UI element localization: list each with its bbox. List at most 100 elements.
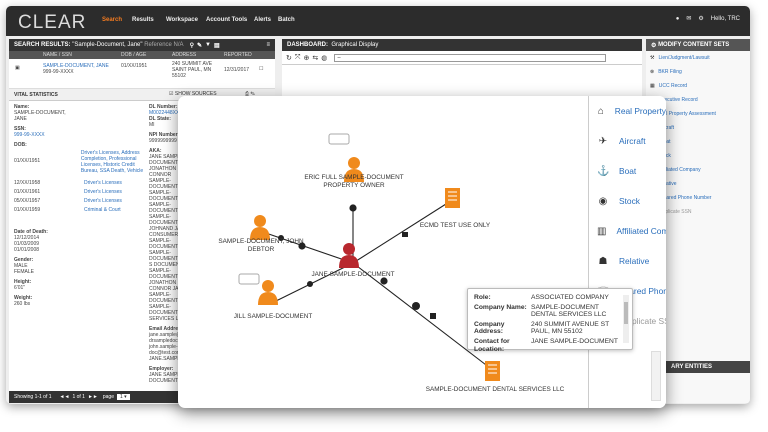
entities-footer-label: ARY ENTITIES (671, 364, 713, 370)
content-set-item[interactable]: ▦ UCC Record (646, 79, 750, 93)
panel-item-stock[interactable]: ◉ Stock (589, 186, 666, 216)
nav-account-tools[interactable]: Account Tools (206, 17, 247, 23)
modify-content-sets-title: MODIFY CONTENT SETS (658, 42, 730, 48)
search-results-header: SEARCH RESULTS: "Sample-Document, Jane" … (9, 39, 275, 51)
panel-scrollbar[interactable] (651, 351, 661, 401)
menu-icon[interactable]: ≡ (266, 42, 270, 48)
dob-source[interactable]: Driver's Licenses (84, 189, 122, 198)
edge-marker-icon[interactable] (412, 302, 420, 310)
globe-icon[interactable]: ◍ (321, 54, 327, 62)
link-icon[interactable]: ⇆ (312, 54, 318, 62)
row-checkbox[interactable]: ☐ (259, 66, 263, 72)
building-icon (485, 361, 500, 381)
search-icon[interactable]: ⚲ (190, 42, 194, 49)
nav-alerts[interactable]: Alerts (254, 17, 271, 23)
person-icon (262, 280, 274, 292)
network-icon[interactable]: ⊕ (303, 54, 309, 62)
filter-icon[interactable]: ▼ (205, 42, 211, 48)
john-node-label: SAMPLE-DOCUMENT, JOHN DEBTOR (218, 238, 304, 253)
document-icon[interactable]: ▤ (214, 42, 220, 49)
panel-item-house[interactable]: ⌂ Real Property (589, 96, 666, 126)
content-set-panel: ⌂ Real Property ✈ Aircraft ⚓ Boat ◉ Stock ▥ Affil… (588, 96, 666, 408)
panel-item-label: Affiliated Company (616, 226, 666, 236)
gender-value: FEMALE (14, 269, 35, 275)
ecmd-building-node[interactable] (445, 188, 460, 208)
dob-source[interactable]: Criminal & Court (84, 207, 121, 216)
vital-left-column: Name: SAMPLE-DOCUMENT, JANE SSN: 999-99-… (14, 104, 74, 148)
refresh-icon[interactable]: ↻ (286, 54, 292, 62)
tooltip-address-label: Company Address: (474, 320, 505, 336)
nav-results[interactable]: Results (132, 17, 154, 23)
content-set-label: Lien/Judgment/Lawsuit (658, 55, 710, 61)
pager-next-icon[interactable]: ►► (88, 394, 98, 400)
tooltip-scrollbar[interactable] (623, 295, 629, 343)
showing-count: Showing 1-1 of 1 (14, 394, 52, 400)
ssn-value[interactable]: 999-99-XXXX (14, 132, 74, 138)
content-set-item[interactable]: ⚒ Lien/Judgment/Lawsuit (646, 51, 750, 65)
search-query: "Sample-Document, Jane" (72, 42, 143, 48)
edge-marker-icon[interactable] (307, 281, 313, 287)
col-dob-age[interactable]: DOB / AGE (121, 52, 146, 58)
anchor-icon: ⚓ (597, 165, 610, 177)
dashboard-subtitle: Graphical Display (331, 42, 379, 48)
node-tooltip: Role: ASSOCIATED COMPANY Company Name: SAM… (467, 288, 633, 353)
table-row[interactable]: ▣ SAMPLE-DOCUMENT, JANE 999-99-XXXX 01/X… (9, 59, 275, 89)
col-address[interactable]: ADDRESS (172, 52, 196, 58)
dob-date: 12/XX/1958 (14, 180, 41, 186)
name-value: SAMPLE-DOCUMENT, JANE (14, 110, 66, 122)
scrollbar-thumb[interactable] (624, 302, 628, 324)
edge-marker-icon[interactable] (349, 204, 357, 212)
jane-node-label: JANE SAMPLE-DOCUMENT (311, 271, 395, 278)
expand-icon[interactable]: ⤧ (295, 54, 301, 62)
page-select[interactable]: 1 ▾ (116, 394, 130, 400)
edge-marker-icon[interactable] (402, 232, 408, 237)
nav-search[interactable]: Search (102, 17, 122, 23)
mail-icon[interactable]: ✉ (686, 15, 691, 22)
dob-date: 01/XX/1951 (14, 158, 41, 164)
list-icon[interactable] (328, 133, 350, 145)
panel-item-relative[interactable]: ☗ Relative (589, 246, 666, 276)
panel-item-anchor[interactable]: ⚓ Boat (589, 156, 666, 186)
user-greeting[interactable]: Hello, TRC (711, 16, 740, 22)
panel-item-company[interactable]: ▥ Affiliated Company (589, 216, 666, 246)
screenshot-stage: CLEAR Search Results Workspace Account T… (0, 0, 768, 432)
john-person-node[interactable] (250, 215, 270, 240)
gear-icon[interactable]: ⚙ (698, 15, 703, 22)
entity-select[interactable]: -- (334, 53, 607, 62)
col-name-ssn[interactable]: NAME / SSN (43, 52, 72, 58)
company-building-node[interactable] (485, 361, 500, 381)
dob-source[interactable]: Driver's Licenses (84, 198, 122, 207)
tooltip-company-label: Company Name: (474, 303, 527, 311)
tooltip-role-label: Role: (474, 294, 491, 301)
edge-marker-icon[interactable] (430, 313, 436, 319)
tooltip-contact-label: Contact for Location: (474, 337, 510, 353)
list-icon[interactable] (238, 273, 260, 285)
tooltip-role-row: Role: ASSOCIATED COMPANY (474, 294, 626, 302)
hammer-icon: ⚒ (650, 55, 655, 61)
content-set-label: Shared Phone Number (660, 195, 712, 201)
vital-statistics-title: VITAL STATISTICS (14, 92, 58, 98)
panel-item-plane[interactable]: ✈ Aircraft (589, 126, 666, 156)
content-set-item[interactable]: ⊗ BKR Filing (646, 65, 750, 79)
col-reported[interactable]: REPORTED (224, 52, 252, 58)
dob-date: 05/XX/1957 (14, 198, 41, 204)
stock-icon: ◉ (598, 195, 608, 207)
list-item: 01/XX/1951 Driver's Licenses, Address Com… (14, 150, 144, 180)
dob-source[interactable]: Driver's Licenses, Address Completion, P… (81, 150, 144, 180)
panel-item-label: Boat (619, 166, 637, 176)
panel-item-label: Real Property (614, 106, 666, 116)
jane-person-node[interactable] (339, 243, 359, 268)
dot-icon[interactable]: ● (676, 16, 680, 22)
edit-icon[interactable]: ✎ (197, 42, 202, 49)
nav-batch[interactable]: Batch (278, 17, 295, 23)
dashboard-toolbar: ↻ ⤧ ⊕ ⇆ ◍ -- (282, 51, 642, 65)
pager-first-icon[interactable]: ◄◄ (60, 394, 70, 400)
row-expand-icon[interactable]: ▣ (15, 65, 20, 71)
jill-person-node[interactable] (238, 273, 278, 305)
company-icon: ▥ (597, 225, 607, 237)
panel-item-label: Relative (619, 256, 650, 266)
nav-workspace[interactable]: Workspace (166, 17, 198, 23)
dob-source[interactable]: Driver's Licenses (84, 180, 122, 189)
tooltip-company-value: SAMPLE-DOCUMENT DENTAL SERVICES LLC (531, 303, 607, 319)
tooltip-contact-value: JANE SAMPLE-DOCUMENT (531, 337, 618, 345)
